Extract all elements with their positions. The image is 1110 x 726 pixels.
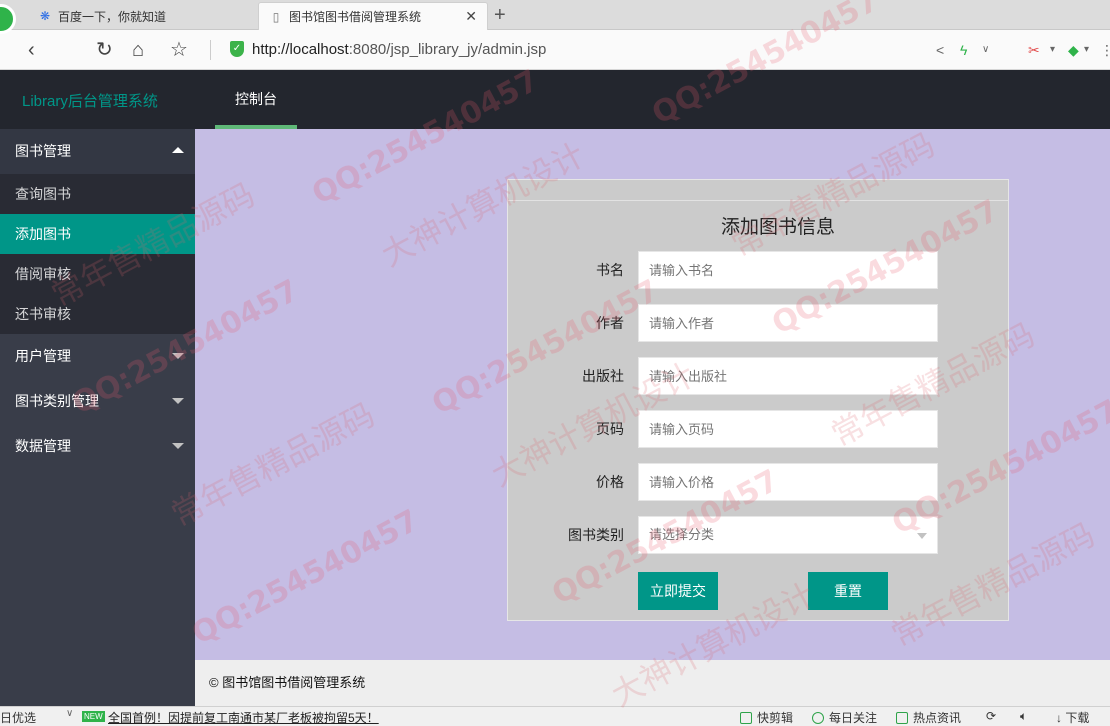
news-icon bbox=[896, 712, 908, 724]
statusbar-item-clip[interactable]: 快剪辑 bbox=[740, 709, 793, 726]
form-label: 图书类别 bbox=[568, 527, 624, 543]
browser-tab-library[interactable]: ▯ 图书馆图书借阅管理系统 ✕ bbox=[258, 2, 488, 30]
add-book-form: 添加图书信息 书名 作者 出版社 页码 价格 图书类别 请选择分类 bbox=[507, 179, 1009, 621]
price-input[interactable] bbox=[638, 463, 938, 501]
sidebar-group-label: 用户管理 bbox=[15, 348, 71, 364]
reset-button[interactable]: 重置 bbox=[808, 572, 888, 610]
app-logo[interactable]: Library后台管理系统 bbox=[22, 90, 158, 111]
form-label: 价格 bbox=[596, 474, 624, 490]
sidebar-bottom bbox=[0, 660, 195, 706]
secure-shield-icon[interactable]: ✓ bbox=[230, 41, 244, 57]
sidebar-item-borrow-review[interactable]: 借阅审核 bbox=[0, 254, 195, 294]
sidebar-subnav: 查询图书 添加图书 借阅审核 还书审核 bbox=[0, 174, 195, 334]
url-host: http://localhost bbox=[252, 41, 349, 58]
submit-button[interactable]: 立即提交 bbox=[638, 572, 718, 610]
form-label: 书名 bbox=[596, 262, 624, 278]
sidebar-item-return-review[interactable]: 还书审核 bbox=[0, 294, 195, 334]
form-row-author: 作者 bbox=[508, 304, 1008, 342]
chevron-down-icon[interactable]: ▾ bbox=[1084, 40, 1089, 60]
shield-icon[interactable]: ◆ bbox=[1068, 40, 1079, 60]
app-header: Library后台管理系统 控制台 bbox=[0, 70, 1110, 129]
tab-title: 图书馆图书借阅管理系统 bbox=[289, 10, 422, 24]
chevron-down-icon[interactable]: ∨ bbox=[982, 40, 989, 60]
publisher-input[interactable] bbox=[638, 357, 938, 395]
chevron-up-icon bbox=[172, 147, 184, 153]
sidebar-item-add-book[interactable]: 添加图书 bbox=[0, 214, 195, 254]
chevron-down-icon bbox=[172, 353, 184, 359]
chevron-down-icon bbox=[172, 443, 184, 449]
statusbar-item-label: 下载 bbox=[1065, 711, 1090, 725]
sidebar-item-query-books[interactable]: 查询图书 bbox=[0, 174, 195, 214]
author-input[interactable] bbox=[638, 304, 938, 342]
browser-tab-baidu[interactable]: ❋ 百度一下，你就知道 bbox=[28, 2, 256, 30]
chevron-down-icon bbox=[917, 533, 927, 539]
form-label: 出版社 bbox=[582, 368, 624, 384]
top-nav-console[interactable]: 控制台 bbox=[215, 70, 297, 129]
panel-divider bbox=[508, 200, 1008, 201]
sidebar-group-category-management[interactable]: 图书类别管理 bbox=[0, 379, 195, 424]
chevron-down-icon[interactable]: ∨ bbox=[66, 708, 73, 719]
form-label: 页码 bbox=[596, 421, 624, 437]
tab-title: 百度一下，你就知道 bbox=[58, 9, 167, 24]
news-link[interactable]: 全国首例！因提前复工南通市某厂老板被拘留5天！ bbox=[108, 709, 379, 726]
statusbar-item-label: 热点资讯 bbox=[913, 711, 962, 725]
statusbar-item-label: 每日关注 bbox=[829, 711, 878, 725]
statusbar-refresh[interactable]: ⟳ bbox=[986, 709, 996, 723]
statusbar-download[interactable]: ↓ 下载 bbox=[1056, 709, 1089, 726]
page-icon: ▯ bbox=[272, 9, 280, 24]
play-icon bbox=[812, 712, 824, 724]
sidebar: 图书管理 查询图书 添加图书 借阅审核 还书审核 用户管理 图书类别管理 数据管… bbox=[0, 129, 195, 706]
share-icon[interactable]: < bbox=[936, 40, 944, 60]
pages-input[interactable] bbox=[638, 410, 938, 448]
book-title-input[interactable] bbox=[638, 251, 938, 289]
browser-toolbar: ‹ ↻ ⌂ ☆ ✓ http://localhost:8080/jsp_libr… bbox=[0, 30, 1110, 70]
url-path: :8080/jsp_library_jy/admin.jsp bbox=[348, 41, 547, 58]
clip-icon bbox=[740, 712, 752, 724]
new-tab-plus-icon[interactable]: + bbox=[494, 4, 506, 26]
category-select[interactable]: 请选择分类 bbox=[638, 516, 938, 554]
statusbar-item-daily[interactable]: 每日关注 bbox=[812, 709, 877, 726]
form-row-pages: 页码 bbox=[508, 410, 1008, 448]
sidebar-group-label: 图书管理 bbox=[15, 143, 71, 159]
back-arrow-icon[interactable]: ‹ bbox=[28, 38, 35, 62]
main-content: 添加图书信息 书名 作者 出版社 页码 价格 图书类别 请选择分类 bbox=[195, 129, 1110, 660]
refresh-icon: ⟳ bbox=[986, 709, 997, 723]
sidebar-group-user-management[interactable]: 用户管理 bbox=[0, 334, 195, 379]
close-tab-icon[interactable]: ✕ bbox=[465, 8, 477, 25]
address-input[interactable]: http://localhost:8080/jsp_library_jy/adm… bbox=[252, 41, 546, 58]
form-row-price: 价格 bbox=[508, 463, 1008, 501]
toolbar-divider bbox=[210, 40, 211, 60]
form-row-category: 图书类别 请选择分类 bbox=[508, 516, 1008, 554]
paw-icon: ❋ bbox=[39, 9, 51, 23]
chevron-down-icon[interactable]: ▾ bbox=[1050, 40, 1055, 60]
app-footer: © 图书馆图书借阅管理系统 bbox=[195, 660, 1110, 706]
sidebar-group-label: 图书类别管理 bbox=[15, 393, 99, 409]
scissors-icon[interactable]: ✂ bbox=[1028, 40, 1040, 60]
sidebar-group-data-management[interactable]: 数据管理 bbox=[0, 424, 195, 469]
lightning-icon[interactable]: ϟ bbox=[960, 40, 967, 60]
select-placeholder: 请选择分类 bbox=[649, 527, 715, 542]
statusbar-left-label[interactable]: 日优选 bbox=[0, 709, 36, 726]
home-icon[interactable]: ⌂ bbox=[132, 38, 144, 62]
statusbar-item-hot[interactable]: 热点资讯 bbox=[896, 709, 961, 726]
sidebar-group-book-management[interactable]: 图书管理 bbox=[0, 129, 195, 174]
browser-statusbar: 日优选 ∨ NEW 全国首例！因提前复工南通市某厂老板被拘留5天！ 快剪辑 每日… bbox=[0, 706, 1110, 726]
form-label: 作者 bbox=[596, 315, 624, 331]
speaker-icon: 🔈︎ bbox=[1020, 709, 1028, 723]
statusbar-item-label: 快剪辑 bbox=[757, 711, 794, 725]
new-badge: NEW bbox=[82, 711, 105, 722]
menu-icon[interactable]: ⋮ bbox=[1100, 40, 1110, 60]
browser-tabstrip: ❋ 百度一下，你就知道 ▯ 图书馆图书借阅管理系统 ✕ + bbox=[0, 0, 1110, 34]
form-row-publisher: 出版社 bbox=[508, 357, 1008, 395]
bookmark-star-icon[interactable]: ☆ bbox=[170, 38, 188, 62]
statusbar-mute[interactable]: 🔈︎ bbox=[1020, 709, 1027, 724]
form-row-title: 书名 bbox=[508, 251, 1008, 289]
chevron-down-icon bbox=[172, 398, 184, 404]
reload-icon[interactable]: ↻ bbox=[96, 38, 113, 62]
download-icon: ↓ bbox=[1056, 711, 1066, 725]
form-title: 添加图书信息 bbox=[720, 217, 835, 238]
sidebar-group-label: 数据管理 bbox=[15, 438, 71, 454]
